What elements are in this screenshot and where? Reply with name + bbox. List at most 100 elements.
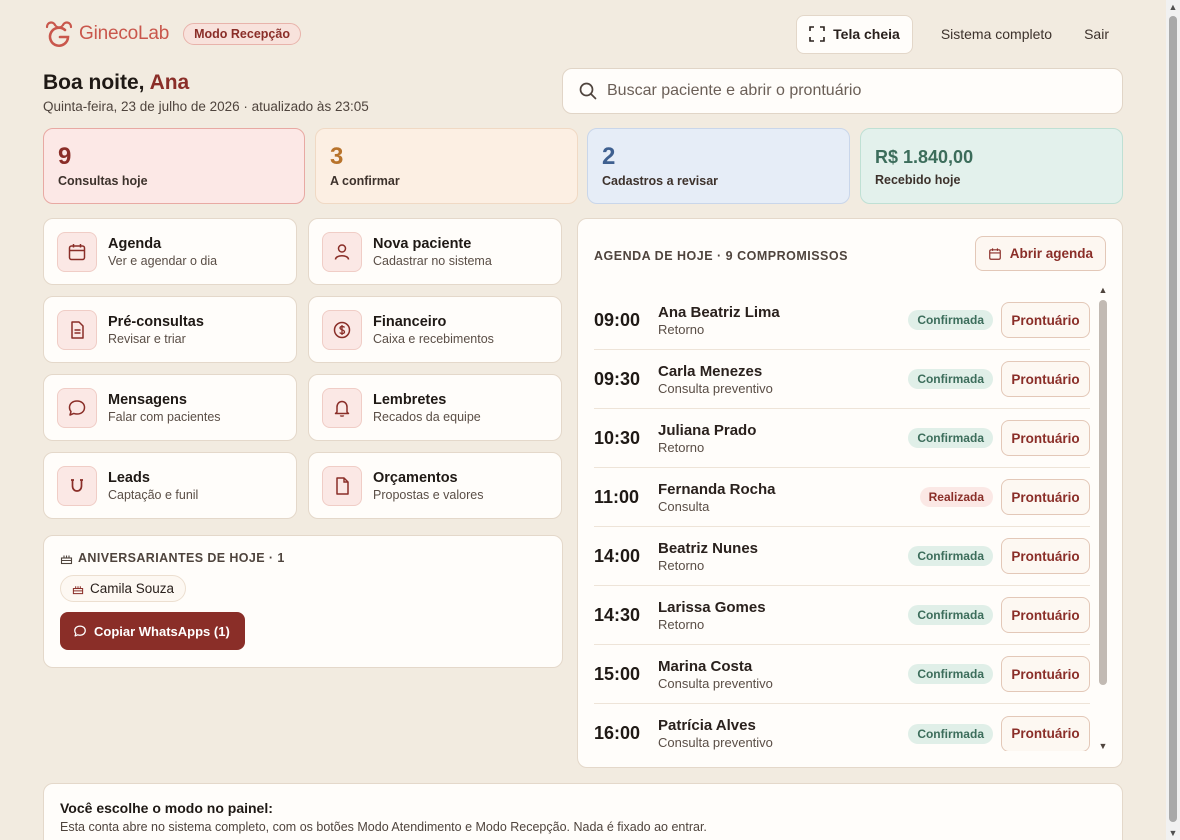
quick-action-subtitle: Propostas e valores bbox=[373, 487, 484, 502]
page-scrollbar[interactable]: ▲ ▼ bbox=[1166, 0, 1180, 840]
open-record-button[interactable]: Prontuário bbox=[1001, 538, 1090, 574]
quick-action-orcamentos[interactable]: Orçamentos Propostas e valores bbox=[308, 452, 562, 519]
agenda-row: 14:00 Beatriz Nunes Retorno Confirmada Pr… bbox=[594, 527, 1090, 586]
agenda-row: 15:00 Marina Costa Consulta preventivo Co… bbox=[594, 645, 1090, 704]
quick-action-lembretes[interactable]: Lembretes Recados da equipe bbox=[308, 374, 562, 441]
copy-whatsapps-label: Copiar WhatsApps (1) bbox=[94, 623, 230, 639]
appointment-type: Consulta preventivo bbox=[658, 675, 773, 691]
open-agenda-button[interactable]: Abrir agenda bbox=[974, 236, 1106, 271]
open-record-button[interactable]: Prontuário bbox=[1001, 361, 1090, 397]
quick-action-title: Financeiro bbox=[373, 313, 447, 330]
stat-label: A confirmar bbox=[330, 174, 400, 188]
agenda-row: 09:30 Carla Menezes Consulta preventivo C… bbox=[594, 350, 1090, 409]
patient-search[interactable] bbox=[562, 68, 1123, 114]
fullscreen-button[interactable]: Tela cheia bbox=[796, 14, 913, 54]
status-badge: Realizada bbox=[919, 487, 993, 507]
quick-action-nova-paciente[interactable]: Nova paciente Cadastrar no sistema bbox=[308, 218, 562, 285]
patient-name: Beatriz Nunes bbox=[658, 539, 759, 557]
agenda-list[interactable]: 09:00 Ana Beatriz Lima Retorno Confirmada… bbox=[594, 291, 1090, 751]
status-badge: Confirmada bbox=[908, 605, 993, 625]
full-system-link[interactable]: Sistema completo bbox=[941, 26, 1052, 42]
greeting-title: Boa noite, Ana bbox=[43, 71, 369, 95]
stat-label: Consultas hoje bbox=[58, 174, 148, 188]
top-bar: GinecoLab Modo Recepção Tela cheia Siste… bbox=[43, 14, 1123, 54]
appointment-type: Consulta preventivo bbox=[658, 380, 773, 396]
appointment-time: 16:00 bbox=[594, 723, 641, 743]
quick-action-agenda[interactable]: Agenda Ver e agendar o dia bbox=[43, 218, 297, 285]
appointment-type: Consulta bbox=[658, 498, 710, 514]
scroll-down-icon[interactable]: ▼ bbox=[1166, 828, 1180, 838]
quick-action-subtitle: Revisar e triar bbox=[108, 331, 186, 346]
stat-consultas-hoje[interactable]: 9 Consultas hoje bbox=[43, 128, 305, 204]
greeting: Boa noite, Ana Quinta-feira, 23 de julho… bbox=[43, 71, 369, 114]
open-record-button[interactable]: Prontuário bbox=[1001, 420, 1090, 456]
patient-name: Marina Costa bbox=[658, 657, 753, 675]
scroll-down-icon[interactable]: ▼ bbox=[1098, 742, 1108, 751]
note-title: Você escolhe o modo no painel: bbox=[60, 800, 273, 816]
appointment-time: 09:00 bbox=[594, 309, 641, 330]
greeting-name: Ana bbox=[149, 71, 190, 94]
patient-name: Fernanda Rocha bbox=[658, 480, 776, 498]
appointment-type: Retorno bbox=[658, 557, 705, 573]
logout-link[interactable]: Sair bbox=[1084, 26, 1109, 42]
quick-action-title: Lembretes bbox=[373, 391, 447, 408]
calendar-icon bbox=[57, 231, 97, 272]
quick-action-subtitle: Caixa e recebimentos bbox=[373, 331, 494, 346]
cake-icon bbox=[60, 555, 73, 564]
bell-icon bbox=[322, 387, 362, 428]
stat-a-confirmar[interactable]: 3 A confirmar bbox=[315, 128, 578, 204]
quick-action-subtitle: Recados da equipe bbox=[373, 409, 481, 424]
open-record-button[interactable]: Prontuário bbox=[1001, 302, 1090, 338]
agenda-row: 16:00 Patrícia Alves Consulta preventivo … bbox=[594, 704, 1090, 751]
agenda-scroll-thumb[interactable] bbox=[1099, 300, 1107, 685]
birthday-person-name: Camila Souza bbox=[90, 581, 175, 596]
appointment-time: 14:00 bbox=[594, 545, 641, 566]
birthdays-title: ANIVERSARIANTES DE HOJE · 1 bbox=[60, 551, 546, 565]
agenda-row: 11:00 Fernanda Rocha Consulta Realizada P… bbox=[594, 468, 1090, 527]
quick-action-title: Orçamentos bbox=[373, 469, 458, 486]
appointment-time: 10:30 bbox=[594, 427, 641, 448]
ginecolab-logo-icon bbox=[45, 21, 73, 47]
search-input[interactable] bbox=[607, 82, 1107, 100]
patient-name: Carla Menezes bbox=[658, 362, 763, 380]
quick-action-financeiro[interactable]: Financeiro Caixa e recebimentos bbox=[308, 296, 562, 363]
greeting-prefix: Boa noite, bbox=[43, 71, 150, 94]
appointment-type: Consulta preventivo bbox=[658, 735, 773, 750]
stat-cadastros-revisar[interactable]: 2 Cadastros a revisar bbox=[587, 128, 850, 204]
scroll-up-icon[interactable]: ▲ bbox=[1166, 2, 1180, 12]
open-record-button[interactable]: Prontuário bbox=[1001, 715, 1090, 751]
magnet-icon bbox=[57, 465, 97, 506]
appointment-time: 11:00 bbox=[594, 486, 640, 507]
quick-action-mensagens[interactable]: Mensagens Falar com pacientes bbox=[43, 374, 297, 441]
scroll-up-icon[interactable]: ▲ bbox=[1098, 286, 1108, 295]
appointment-type: Retorno bbox=[658, 439, 705, 455]
copy-whatsapps-button[interactable]: Copiar WhatsApps (1) bbox=[60, 612, 245, 650]
patient-name: Juliana Prado bbox=[658, 421, 757, 439]
document-icon bbox=[57, 309, 97, 350]
quick-action-title: Agenda bbox=[108, 235, 162, 252]
chat-icon bbox=[57, 387, 97, 428]
open-agenda-label: Abrir agenda bbox=[1009, 246, 1093, 261]
page-scroll-thumb[interactable] bbox=[1169, 16, 1177, 822]
page: GinecoLab Modo Recepção Tela cheia Siste… bbox=[0, 0, 1166, 840]
quick-action-title: Leads bbox=[108, 469, 150, 486]
file-icon bbox=[322, 465, 362, 506]
brand[interactable]: GinecoLab bbox=[43, 19, 169, 49]
open-record-button[interactable]: Prontuário bbox=[1001, 479, 1090, 515]
appointment-time: 14:30 bbox=[594, 604, 641, 625]
mode-info-note: Você escolhe o modo no painel: Esta cont… bbox=[43, 783, 1123, 840]
open-record-button[interactable]: Prontuário bbox=[1001, 597, 1090, 633]
quick-action-leads[interactable]: Leads Captação e funil bbox=[43, 452, 297, 519]
chat-icon bbox=[74, 625, 86, 637]
quick-action-subtitle: Ver e agendar o dia bbox=[108, 253, 218, 268]
stat-recebido-hoje[interactable]: R$ 1.840,00 Recebido hoje bbox=[860, 128, 1123, 204]
note-text: Esta conta abre no sistema completo, com… bbox=[60, 820, 707, 834]
birthday-person-chip[interactable]: Camila Souza bbox=[60, 575, 187, 602]
open-record-button[interactable]: Prontuário bbox=[1001, 656, 1090, 692]
stat-value: R$ 1.840,00 bbox=[875, 147, 974, 167]
appointment-time: 15:00 bbox=[594, 663, 641, 684]
quick-action-pre-consultas[interactable]: Pré-consultas Revisar e triar bbox=[43, 296, 297, 363]
stat-value: 3 bbox=[330, 143, 344, 170]
agenda-scrollbar[interactable]: ▲ ▼ bbox=[1098, 286, 1108, 751]
status-badge: Confirmada bbox=[908, 428, 993, 448]
